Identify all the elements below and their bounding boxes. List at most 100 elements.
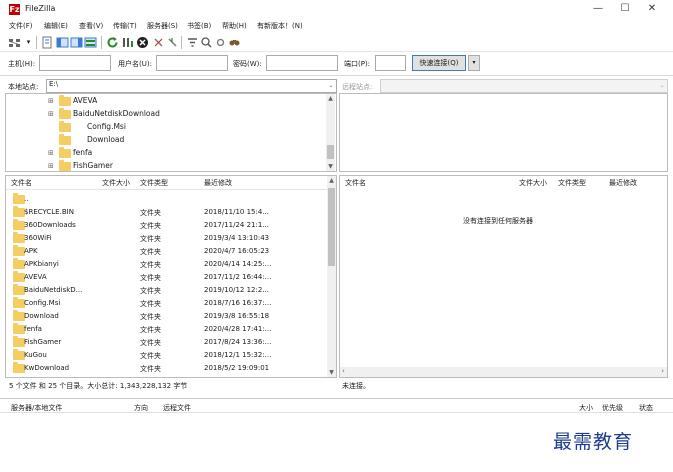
port-label: 端口(P): [344, 60, 371, 68]
toggle-queue-icon[interactable] [84, 36, 97, 49]
queue-column-remote-file[interactable]: 远程文件 [163, 403, 191, 413]
file-row[interactable]: Download 文件夹 2019/3/8 16:55:18 [6, 310, 326, 323]
toggle-log-icon[interactable] [41, 36, 54, 49]
scroll-thumb[interactable] [327, 145, 334, 159]
quickconnect-history-dropdown[interactable]: ▾ [468, 55, 480, 71]
remote-site-dropdown-icon[interactable]: ⌄ [657, 79, 667, 93]
quickconnect-button[interactable]: 快速连接(Q) [412, 55, 466, 71]
scroll-up-icon[interactable]: ▲ [327, 176, 336, 185]
dropdown-icon[interactable]: ▾ [22, 36, 35, 49]
process-queue-icon[interactable] [121, 36, 134, 49]
column-header-type[interactable]: 文件类型 [140, 176, 168, 190]
file-row[interactable]: KwDownload 文件夹 2018/5/2 19:09:01 [6, 362, 326, 375]
file-name: AVEVA [24, 273, 47, 281]
remote-horizontal-scrollbar[interactable]: ‹ › [340, 367, 667, 377]
menu-edit[interactable]: 编辑(E) [44, 21, 68, 31]
column-header-size[interactable]: 文件大小 [102, 176, 130, 190]
file-row[interactable]: Config.Msi 文件夹 2018/7/16 16:37:... [6, 297, 326, 310]
tree-item[interactable]: ⊞ BaiduNetdiskDownload [6, 108, 324, 121]
username-input[interactable] [156, 55, 228, 71]
sync-browse-icon[interactable] [214, 36, 227, 49]
scroll-thumb[interactable] [328, 188, 335, 266]
filter-icon[interactable] [186, 36, 199, 49]
file-row[interactable]: fenfa 文件夹 2020/4/28 17:41:... [6, 323, 326, 336]
file-name: KuGou [24, 351, 47, 359]
file-name: KwDownload [24, 364, 70, 372]
disconnect-icon[interactable] [152, 36, 165, 49]
column-header-name[interactable]: 文件名 [345, 176, 366, 190]
minimize-button[interactable]: — [584, 2, 612, 16]
column-header-modified[interactable]: 最近修改 [609, 176, 637, 190]
scroll-down-icon[interactable]: ▼ [327, 368, 336, 377]
not-connected-message: 没有连接到任何服务器 [463, 217, 533, 225]
file-type: 文件夹 [140, 365, 161, 373]
cancel-icon[interactable] [136, 36, 149, 49]
file-row[interactable]: FishGamer 文件夹 2017/8/24 13:36:... [6, 336, 326, 349]
port-input[interactable] [375, 55, 406, 71]
file-type: 文件夹 [140, 287, 161, 295]
file-row[interactable]: APKbianyi 文件夹 2020/4/14 14:25:... [6, 258, 326, 271]
menu-help[interactable]: 帮助(H) [222, 21, 247, 31]
file-name: Download [24, 312, 59, 320]
file-row[interactable]: KuGou 文件夹 2018/12/1 15:32:... [6, 349, 326, 362]
expand-icon[interactable]: ⊞ [48, 163, 55, 170]
local-file-scrollbar[interactable]: ▲ ▼ [327, 176, 336, 377]
file-row[interactable]: 360Downloads 文件夹 2017/11/24 21:1... [6, 219, 326, 232]
file-row[interactable]: $RECYCLE.BIN 文件夹 2018/11/10 15:4... [6, 206, 326, 219]
column-header-type[interactable]: 文件类型 [558, 176, 586, 190]
remote-site-path-input[interactable] [380, 79, 668, 93]
queue-column-size[interactable]: 大小 [579, 403, 593, 413]
file-row[interactable]: BaiduNetdiskD... 文件夹 2019/10/12 12:2... [6, 284, 326, 297]
local-file-list-header: 文件名 文件大小 文件类型 最近修改 [6, 176, 336, 190]
maximize-button[interactable]: ☐ [611, 2, 639, 16]
queue-column-status[interactable]: 状态 [639, 403, 653, 413]
tree-item[interactable]: Config.Msi [6, 121, 324, 134]
scroll-right-icon[interactable]: › [661, 367, 664, 375]
tree-item[interactable]: ⊞ FishGamer [6, 160, 324, 171]
folder-icon [59, 121, 71, 132]
local-site-path-input[interactable]: E:\ [46, 79, 337, 93]
host-input[interactable] [39, 55, 111, 71]
expand-icon[interactable]: ⊞ [48, 98, 55, 105]
expand-icon[interactable]: ⊞ [48, 150, 55, 157]
tree-item[interactable]: ⊞ fenfa [6, 147, 324, 160]
site-manager-icon[interactable] [8, 36, 21, 49]
filezilla-app-icon: Fz [9, 4, 20, 15]
menu-server[interactable]: 服务器(S) [147, 21, 178, 31]
menu-new-version[interactable]: 有新版本！(N) [257, 21, 303, 31]
file-type: 文件夹 [140, 209, 161, 217]
column-header-name[interactable]: 文件名 [11, 176, 32, 190]
local-site-dropdown-icon[interactable]: ⌄ [326, 79, 336, 93]
menu-view[interactable]: 查看(V) [79, 21, 103, 31]
queue-column-priority[interactable]: 优先级 [602, 403, 623, 413]
reconnect-icon[interactable] [166, 36, 179, 49]
file-row[interactable]: .. [6, 193, 326, 206]
tree-item[interactable]: ⊞ AVEVA [6, 95, 324, 108]
queue-column-direction[interactable]: 方向 [134, 403, 148, 413]
menu-transfer[interactable]: 传输(T) [113, 21, 137, 31]
search-icon[interactable] [228, 36, 241, 49]
scroll-up-icon[interactable]: ▲ [326, 94, 335, 103]
file-row[interactable]: 360WiFi 文件夹 2019/3/4 13:10:43 [6, 232, 326, 245]
scroll-down-icon[interactable]: ▼ [326, 162, 335, 171]
local-tree-scrollbar[interactable]: ▲ ▼ [326, 94, 335, 171]
column-header-modified[interactable]: 最近修改 [204, 176, 232, 190]
menu-file[interactable]: 文件(F) [9, 21, 33, 31]
close-button[interactable]: ✕ [638, 2, 666, 16]
refresh-icon[interactable] [106, 36, 119, 49]
password-input[interactable] [266, 55, 338, 71]
queue-column-server-file[interactable]: 服务器/本地文件 [11, 403, 62, 413]
file-type: 文件夹 [140, 274, 161, 282]
local-site-label: 本地站点: [8, 83, 39, 91]
menu-bookmarks[interactable]: 书签(B) [187, 21, 211, 31]
toggle-local-tree-icon[interactable] [56, 36, 69, 49]
tree-item[interactable]: Download [6, 134, 324, 147]
scroll-left-icon[interactable]: ‹ [342, 367, 345, 375]
column-header-size[interactable]: 文件大小 [519, 176, 547, 190]
expand-icon[interactable]: ⊞ [48, 111, 55, 118]
file-row[interactable]: AVEVA 文件夹 2017/11/2 16:44:... [6, 271, 326, 284]
file-row[interactable]: APK 文件夹 2020/4/7 16:05:23 [6, 245, 326, 258]
file-name: APKbianyi [24, 260, 59, 268]
compare-icon[interactable] [200, 36, 213, 49]
toggle-remote-tree-icon[interactable] [70, 36, 83, 49]
